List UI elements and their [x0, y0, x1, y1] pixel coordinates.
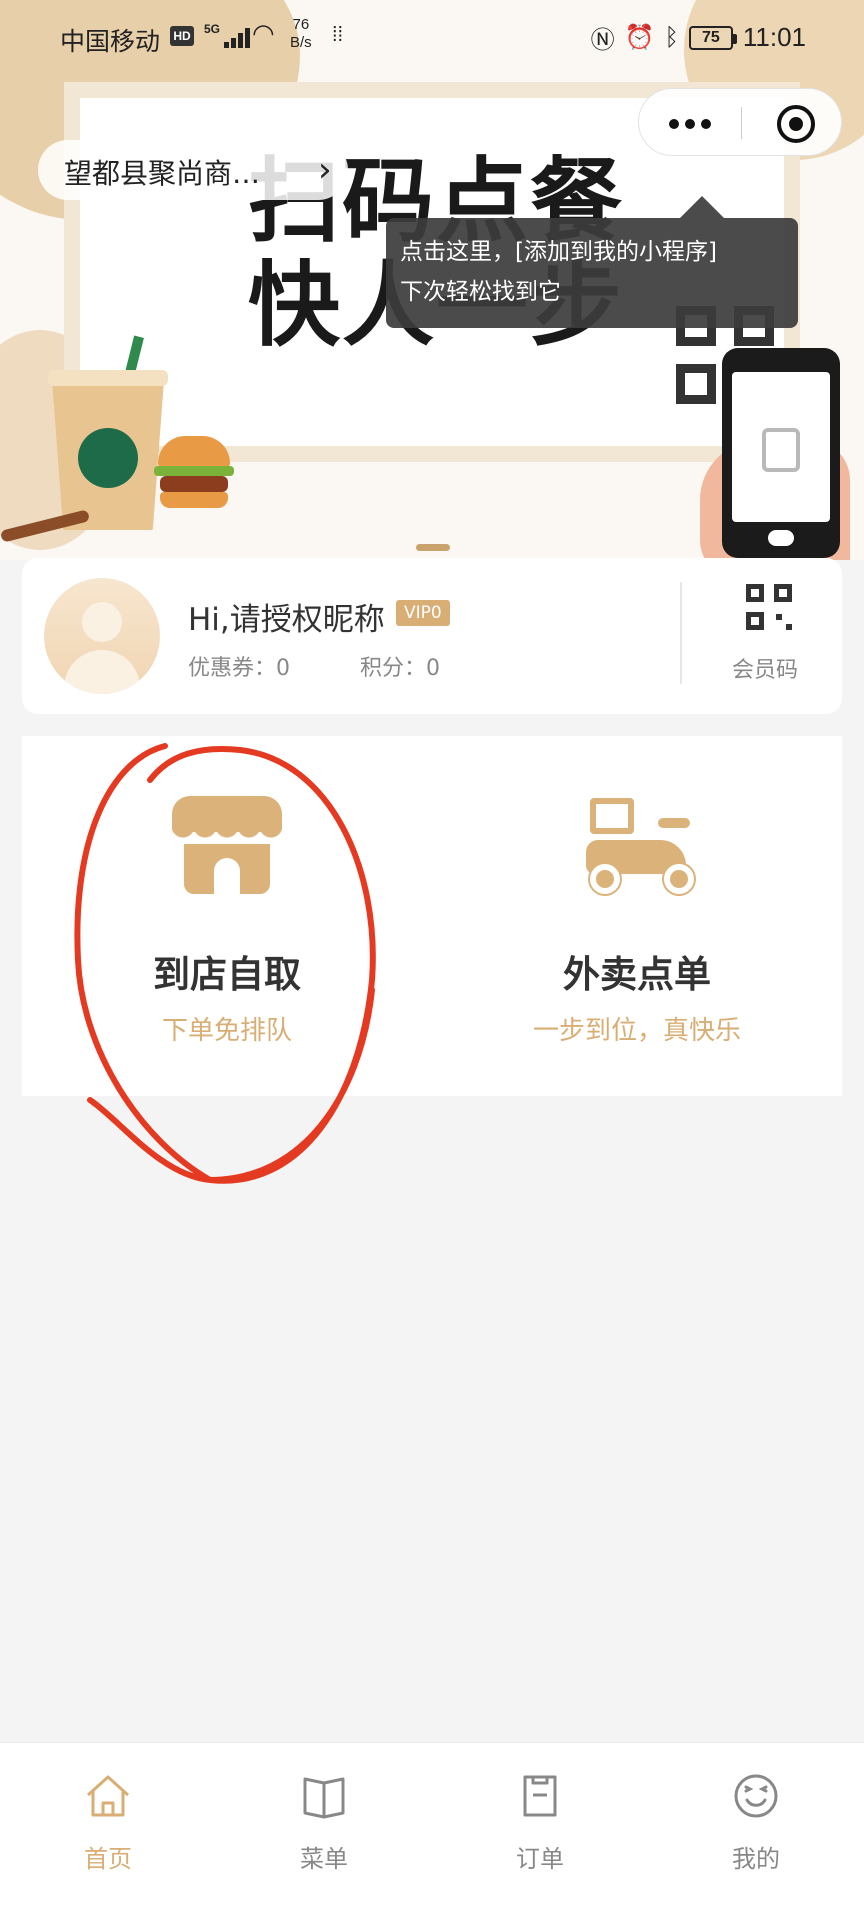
order-options: 到店自取 下单免排队 外卖点单 一步到位，真快乐 — [22, 736, 842, 1096]
nfc-icon: Ⓝ — [590, 27, 615, 54]
network-speed: 76 B/s — [290, 16, 312, 51]
clock: 11:01 — [742, 22, 806, 52]
profile-smile-icon — [734, 1774, 778, 1818]
vip-badge: VIP0 — [396, 600, 450, 626]
chevron-right-icon[interactable]: › — [318, 150, 332, 190]
tooltip-pointer — [680, 196, 724, 218]
close-miniprogram-icon[interactable] — [777, 105, 815, 143]
tooltip-line1: 点击这里，[添加到我的小程序] — [400, 239, 717, 265]
delivery-title: 外卖点单 — [563, 953, 711, 996]
tab-profile-label: 我的 — [732, 1845, 780, 1873]
menu-book-icon — [303, 1777, 345, 1819]
battery-icon: 75 — [688, 25, 737, 50]
member-card: Hi,请授权昵称 VIP0 优惠券：0 积分：0 会员码 — [22, 558, 842, 714]
storefront-icon — [172, 796, 282, 896]
pickup-option[interactable]: 到店自取 下单免排队 — [22, 736, 432, 1096]
alarm-icon: ⏰ — [624, 24, 655, 51]
wifi-icon: ◠ — [252, 18, 275, 48]
store-name: 望都县聚尚商… — [64, 157, 261, 190]
hd-icon: HD — [170, 26, 194, 46]
delivery-option[interactable]: 外卖点单 一步到位，真快乐 — [432, 736, 842, 1096]
tooltip-line2: 下次轻松找到它 — [400, 279, 561, 305]
tab-menu-label: 菜单 — [300, 1845, 348, 1873]
vibrate-icon: ⁞⁞ — [332, 24, 344, 46]
phone-illustration — [722, 348, 840, 558]
status-right: Ⓝ ⏰ ᛒ 75 11:01 — [591, 20, 806, 55]
card-divider — [680, 582, 682, 684]
store-selector[interactable]: 望都县聚尚商… — [38, 140, 348, 200]
qr-code-icon[interactable] — [746, 584, 792, 630]
tab-orders-label: 订单 — [516, 1845, 564, 1873]
order-icon — [523, 1775, 557, 1817]
points-count[interactable]: 积分：0 — [360, 650, 440, 682]
tab-menu[interactable]: 菜单 — [216, 1743, 432, 1883]
tab-profile[interactable]: 我的 — [648, 1743, 864, 1883]
more-options-icon[interactable] — [669, 103, 711, 143]
tab-home-label: 首页 — [84, 1845, 132, 1873]
greeting-text[interactable]: Hi,请授权昵称 — [188, 594, 385, 639]
coupon-count[interactable]: 优惠券：0 — [188, 650, 290, 682]
carrier-name: 中国移动 — [60, 28, 161, 56]
miniprogram-capsule — [638, 88, 842, 156]
scooter-icon — [580, 798, 704, 898]
home-icon — [86, 1775, 130, 1817]
bluetooth-icon: ᛒ — [664, 23, 679, 51]
tab-home[interactable]: 首页 — [0, 1743, 216, 1883]
avatar[interactable] — [44, 578, 160, 694]
drink-illustration — [48, 335, 168, 530]
pickup-title: 到店自取 — [153, 953, 301, 996]
add-to-miniprogram-tooltip[interactable]: 点击这里，[添加到我的小程序] 下次轻松找到它 — [386, 218, 798, 328]
member-code-label[interactable]: 会员码 — [732, 652, 798, 684]
delivery-subtitle: 一步到位，真快乐 — [532, 1016, 741, 1046]
status-bar: 中国移动 HD 5G ◠ 76 B/s ⁞⁞ Ⓝ ⏰ ᛒ 75 11:01 — [0, 0, 864, 72]
capsule-divider — [741, 107, 742, 139]
network-type: 5G — [204, 22, 221, 36]
bottom-tab-bar: 首页 菜单 订单 我的 — [0, 1742, 864, 1920]
pickup-subtitle: 下单免排队 — [161, 1016, 292, 1046]
carousel-indicator — [416, 544, 450, 551]
tab-orders[interactable]: 订单 — [432, 1743, 648, 1883]
burger-illustration — [154, 436, 234, 516]
